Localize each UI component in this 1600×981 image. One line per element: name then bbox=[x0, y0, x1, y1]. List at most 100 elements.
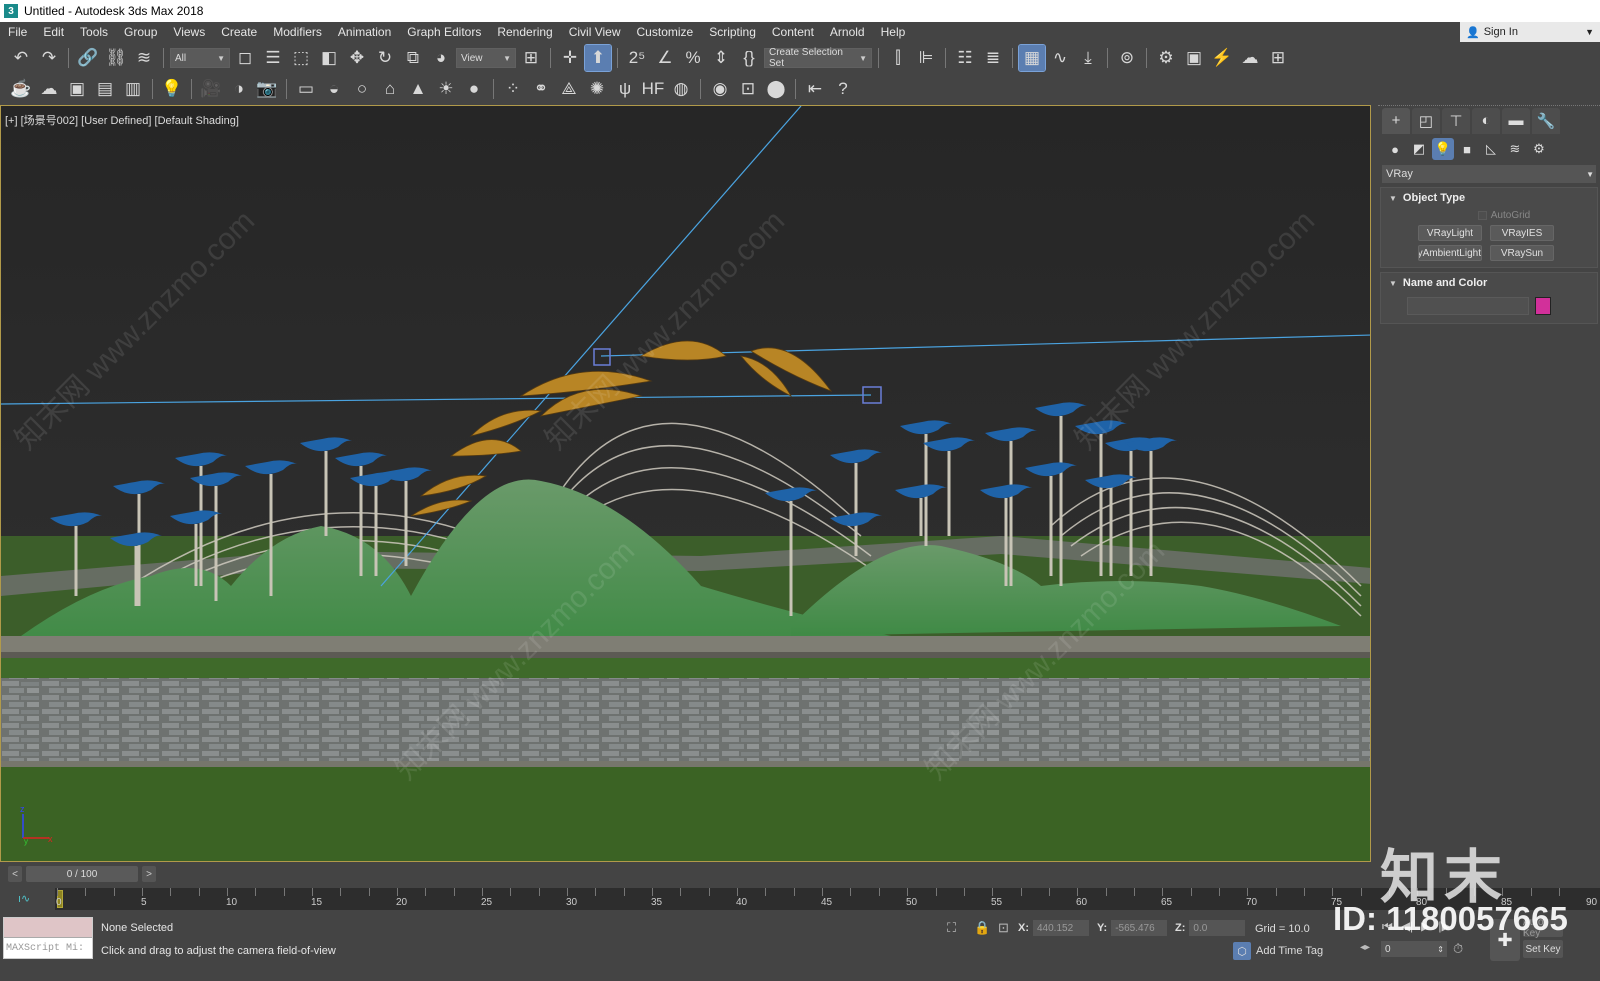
autogrid-checkbox[interactable]: AutoGrid bbox=[1411, 210, 1597, 221]
renderer-dropdown[interactable]: VRay ▼ bbox=[1382, 165, 1596, 183]
chevron-down-icon[interactable]: ▼ bbox=[1585, 27, 1594, 37]
rect-selection-icon[interactable]: ⬚ bbox=[288, 45, 314, 71]
rendered-frame-window-icon[interactable]: ▣ bbox=[1181, 45, 1207, 71]
select-by-name-icon[interactable]: ☰ bbox=[260, 45, 286, 71]
maxscript-output[interactable] bbox=[4, 918, 92, 938]
viewport-label[interactable]: [+] [场景号002] [User Defined] [Default Sha… bbox=[5, 112, 239, 128]
vray-proxy-icon[interactable]: ⁘ bbox=[500, 76, 526, 102]
vray-clipper-icon[interactable]: ✺ bbox=[584, 76, 610, 102]
curve-editor-icon[interactable]: ∿ bbox=[1047, 45, 1073, 71]
scale-icon[interactable]: ⧉ bbox=[400, 45, 426, 71]
set-key-button[interactable]: Set Key bbox=[1523, 940, 1563, 958]
render-production-icon[interactable]: ⚡ bbox=[1209, 45, 1235, 71]
object-type-header[interactable]: ▼ Object Type bbox=[1381, 192, 1597, 204]
viewport-view[interactable]: [User Defined] bbox=[81, 115, 151, 127]
add-time-tag-button[interactable]: ⬡ Add Time Tag bbox=[1233, 942, 1323, 960]
lock-selection-icon[interactable]: 🔒 bbox=[974, 920, 990, 936]
vray-export-icon[interactable]: ⇤ bbox=[802, 76, 828, 102]
vray-hair-icon[interactable]: HF bbox=[640, 76, 666, 102]
vrayambientlight-button[interactable]: VRayAmbientLight bbox=[1418, 245, 1482, 261]
cloud-icon[interactable]: ☁ bbox=[36, 76, 62, 102]
vray-ornatrix-icon[interactable]: ◍ bbox=[668, 76, 694, 102]
link-icon[interactable]: 🔗 bbox=[75, 45, 101, 71]
sign-in-button[interactable]: 👤 Sign In ▼ bbox=[1460, 22, 1600, 42]
modify-tab[interactable]: ◰ bbox=[1412, 107, 1440, 134]
spinner-icon[interactable]: ⇕ bbox=[1437, 945, 1444, 954]
vray-light-mesh-icon[interactable]: ⌂ bbox=[377, 76, 403, 102]
undo-icon[interactable]: ↶ bbox=[8, 45, 34, 71]
vray-ambient-icon[interactable]: ● bbox=[461, 76, 487, 102]
vray-help-icon[interactable]: ? bbox=[830, 76, 856, 102]
snaps-toggle-icon[interactable]: 2⁵ bbox=[624, 45, 650, 71]
menu-item-rendering[interactable]: Rendering bbox=[489, 25, 560, 39]
maxscript-listener[interactable]: MAXScript Mi: bbox=[3, 917, 93, 959]
move-icon[interactable]: ✥ bbox=[344, 45, 370, 71]
frame-buffer-icon[interactable]: ▣ bbox=[64, 76, 90, 102]
create-tab[interactable]: + bbox=[1382, 107, 1410, 134]
viewport-camera[interactable]: [场景号002] bbox=[21, 115, 78, 127]
menu-item-animation[interactable]: Animation bbox=[330, 25, 399, 39]
key-mode-icon[interactable]: ◂▸ bbox=[1360, 942, 1370, 953]
layer-explorer-icon[interactable]: ≣ bbox=[980, 45, 1006, 71]
vrayies-button[interactable]: VRayIES bbox=[1490, 225, 1554, 241]
time-slider[interactable]: 0 / 100 bbox=[26, 866, 138, 882]
select-manipulate-icon[interactable]: ✛ bbox=[557, 45, 583, 71]
mirror-icon[interactable]: ⫿ bbox=[885, 45, 911, 71]
spacewarps-category-icon[interactable]: ≋ bbox=[1504, 138, 1526, 160]
menu-item-civil-view[interactable]: Civil View bbox=[561, 25, 629, 39]
viewport[interactable]: [+] [场景号002] [User Defined] [Default Sha… bbox=[0, 105, 1371, 862]
y-field[interactable]: -565.476 bbox=[1111, 920, 1168, 936]
helpers-category-icon[interactable]: ◺ bbox=[1480, 138, 1502, 160]
curve-editor-mini-icon[interactable]: ı∿ bbox=[18, 892, 30, 905]
viewport-layout-icon[interactable]: ⊞ bbox=[1265, 45, 1291, 71]
select-object-icon[interactable]: ◻ bbox=[232, 45, 258, 71]
time-config-icon[interactable]: ⏱ bbox=[1453, 941, 1463, 957]
keyboard-shortcut-icon[interactable]: ⬆ bbox=[584, 44, 612, 72]
vray-instancer-icon[interactable]: ⚭ bbox=[528, 76, 554, 102]
rotate-icon[interactable]: ↻ bbox=[372, 45, 398, 71]
render-setup-icon[interactable]: ⚙ bbox=[1153, 45, 1179, 71]
menu-item-scripting[interactable]: Scripting bbox=[701, 25, 764, 39]
edit-named-selections-icon[interactable]: {} bbox=[736, 45, 762, 71]
bind-spacewarp-icon[interactable]: ≋ bbox=[131, 45, 157, 71]
name-and-color-header[interactable]: ▼ Name and Color bbox=[1381, 277, 1597, 289]
scene-explorer-icon[interactable]: ☷ bbox=[952, 45, 978, 71]
object-color-swatch[interactable] bbox=[1535, 297, 1551, 315]
vray-sun-icon[interactable]: ☀ bbox=[433, 76, 459, 102]
maxscript-mini-input[interactable]: MAXScript Mi: bbox=[4, 938, 92, 958]
motion-tab[interactable]: ◐ bbox=[1472, 107, 1500, 134]
light-lister-icon[interactable]: 💡 bbox=[159, 76, 185, 102]
x-field[interactable]: 440.152 bbox=[1033, 920, 1089, 936]
menu-item-views[interactable]: Views bbox=[165, 25, 213, 39]
vray-fur-icon[interactable]: ψ bbox=[612, 76, 638, 102]
align-icon[interactable]: ⊫ bbox=[913, 45, 939, 71]
menu-item-graph-editors[interactable]: Graph Editors bbox=[399, 25, 489, 39]
vray-light-dome-icon[interactable]: ◒ bbox=[321, 76, 347, 102]
display-tab[interactable]: ▬ bbox=[1502, 107, 1530, 134]
z-field[interactable]: 0.0 bbox=[1189, 920, 1246, 936]
vray-mtl-convert-icon[interactable]: ⊡ bbox=[735, 76, 761, 102]
placement-icon[interactable]: ◕ bbox=[428, 45, 454, 71]
percent-snap-icon[interactable]: % bbox=[680, 45, 706, 71]
menu-item-customize[interactable]: Customize bbox=[629, 25, 702, 39]
menu-item-tools[interactable]: Tools bbox=[72, 25, 116, 39]
utilities-tab[interactable]: 🔧 bbox=[1532, 107, 1560, 134]
geometry-category-icon[interactable]: ● bbox=[1384, 138, 1406, 160]
shapes-category-icon[interactable]: ◩ bbox=[1408, 138, 1430, 160]
vray-light-plane-icon[interactable]: ▭ bbox=[293, 76, 319, 102]
vraylight-button[interactable]: VRayLight bbox=[1418, 225, 1482, 241]
unlink-icon[interactable]: ⛓ bbox=[103, 45, 129, 71]
menu-item-content[interactable]: Content bbox=[764, 25, 822, 39]
vray-light-sphere-icon[interactable]: ○ bbox=[349, 76, 375, 102]
named-selection-dropdown[interactable]: Create Selection Set ▼ bbox=[764, 47, 872, 69]
physical-camera-icon[interactable]: ◑ bbox=[226, 76, 252, 102]
vray-settings-icon[interactable]: ▥ bbox=[120, 76, 146, 102]
vray-ies-icon[interactable]: ▲ bbox=[405, 76, 431, 102]
object-name-field[interactable] bbox=[1407, 297, 1529, 315]
next-frame-button[interactable]: > bbox=[142, 866, 156, 882]
pivot-icon[interactable]: ⊞ bbox=[518, 45, 544, 71]
absolute-mode-icon[interactable]: ⊡ bbox=[998, 920, 1009, 936]
viewport-menu[interactable]: [+] bbox=[5, 115, 18, 127]
menu-item-help[interactable]: Help bbox=[873, 25, 914, 39]
dope-sheet-icon[interactable]: ⤓ bbox=[1075, 45, 1101, 71]
